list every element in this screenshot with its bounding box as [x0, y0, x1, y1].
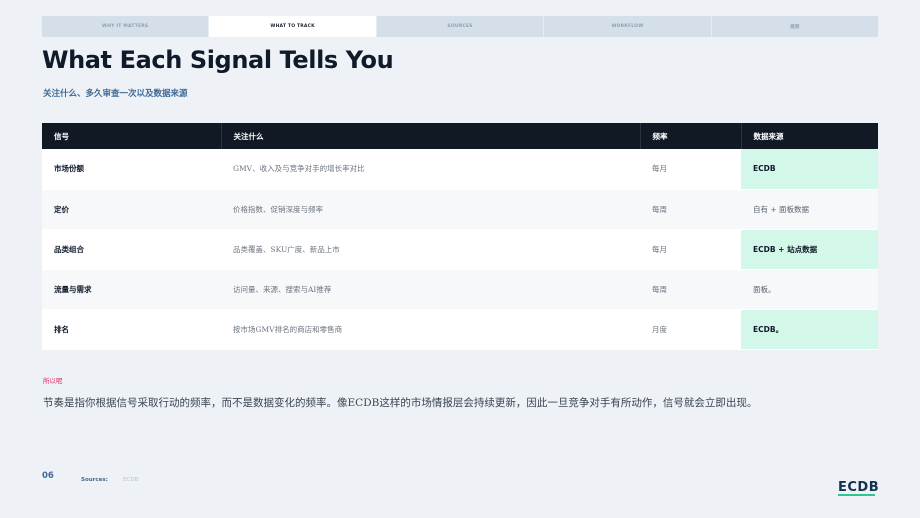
tab-what-to-track[interactable]: WHAT TO TRACK — [209, 16, 377, 37]
source-cell: 自有 + 面板数据 — [741, 189, 878, 230]
frequency-cell: 每周 — [640, 189, 741, 230]
tab-why-it-matters[interactable]: WHY IT MATTERS — [42, 16, 210, 37]
source-cell: 面板。 — [741, 269, 878, 310]
table-row: 排名 按市场GMV排名的商店和零售商 月度 ECDB。 — [42, 309, 878, 350]
signal-cell: 市场份额 — [42, 149, 221, 190]
table-header-row: 信号 关注什么 频率 数据来源 — [42, 123, 878, 149]
what-cell: 按市场GMV排名的商店和零售商 — [221, 309, 640, 350]
sources-label: Sources: — [81, 477, 108, 483]
page-number: 06 — [42, 471, 54, 481]
frequency-cell: 每月 — [640, 229, 741, 270]
frequency-cell: 月度 — [640, 309, 741, 350]
tab-workflow[interactable]: WORKFLOW — [544, 16, 712, 37]
note-text: 节奏是指你根据信号采取行动的频率，而不是数据变化的频率。像ECDB这样的市场情报… — [43, 397, 758, 409]
column-header-source: 数据来源 — [753, 131, 784, 141]
what-cell: 价格指数、促销深度与频率 — [221, 189, 640, 230]
frequency-cell: 每月 — [640, 149, 741, 190]
source-cell: ECDB + 站点数据 — [741, 229, 878, 270]
what-cell: GMV、收入及与竞争对手的增长率对比 — [221, 149, 640, 190]
table-row: 品类组合 品类覆盖、SKU广度、新品上市 每月 ECDB + 站点数据 — [42, 229, 878, 270]
signal-cell: 流量与需求 — [42, 269, 221, 310]
column-header-frequency: 频率 — [640, 123, 742, 149]
column-header-signal: 信号 — [42, 123, 222, 149]
signal-cell: 定价 — [42, 189, 221, 230]
frequency-cell: 每周 — [640, 269, 741, 310]
source-cell: ECDB — [741, 149, 878, 190]
note-label: 所以呢 — [43, 377, 63, 385]
page-subtitle: 关注什么、多久审查一次以及数据来源 — [43, 89, 188, 99]
signals-table: 信号 关注什么 频率 数据来源 市场份额 GMV、收入及与竞争对手的增长率对比 … — [42, 123, 878, 350]
table-row: 市场份额 GMV、收入及与竞争对手的增长率对比 每月 ECDB — [42, 149, 878, 190]
page-title: What Each Signal Tells You — [42, 46, 394, 74]
logo-underline — [838, 494, 875, 496]
sources-value: ECDB — [123, 477, 139, 483]
column-header-what: 关注什么 — [221, 123, 641, 149]
table-row: 定价 价格指数、促销深度与频率 每周 自有 + 面板数据 — [42, 189, 878, 230]
signal-cell: 品类组合 — [42, 229, 221, 270]
what-cell: 访问量、来源、搜索与AI推荐 — [221, 269, 640, 310]
tab-sources[interactable]: SOURCES — [377, 16, 545, 37]
table-row: 流量与需求 访问量、来源、搜索与AI推荐 每周 面板。 — [42, 269, 878, 310]
section-tabs: WHY IT MATTERS WHAT TO TRACK SOURCES WOR… — [42, 16, 878, 37]
signal-cell: 排名 — [42, 309, 221, 350]
tab-rules[interactable]: 规则 — [712, 16, 878, 37]
source-cell: ECDB。 — [741, 309, 878, 350]
what-cell: 品类覆盖、SKU广度、新品上市 — [221, 229, 640, 270]
ecdb-logo: ECDB — [838, 480, 880, 495]
